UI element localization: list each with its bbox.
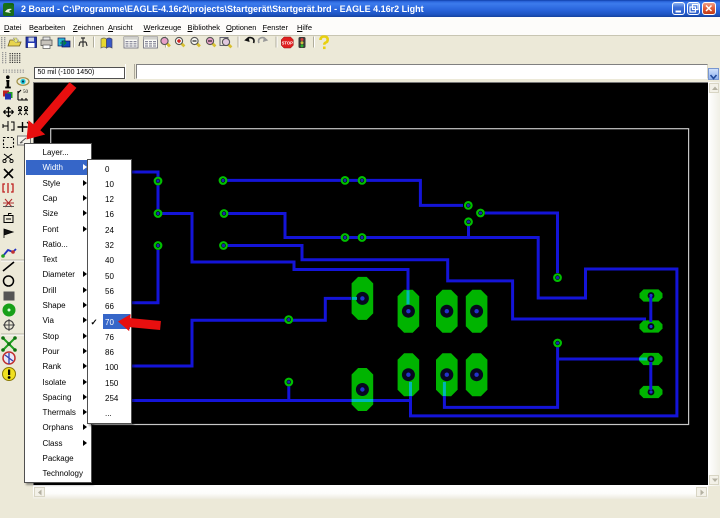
svg-text:50: 50 [23,90,29,95]
svg-text:STOP: STOP [282,40,294,45]
